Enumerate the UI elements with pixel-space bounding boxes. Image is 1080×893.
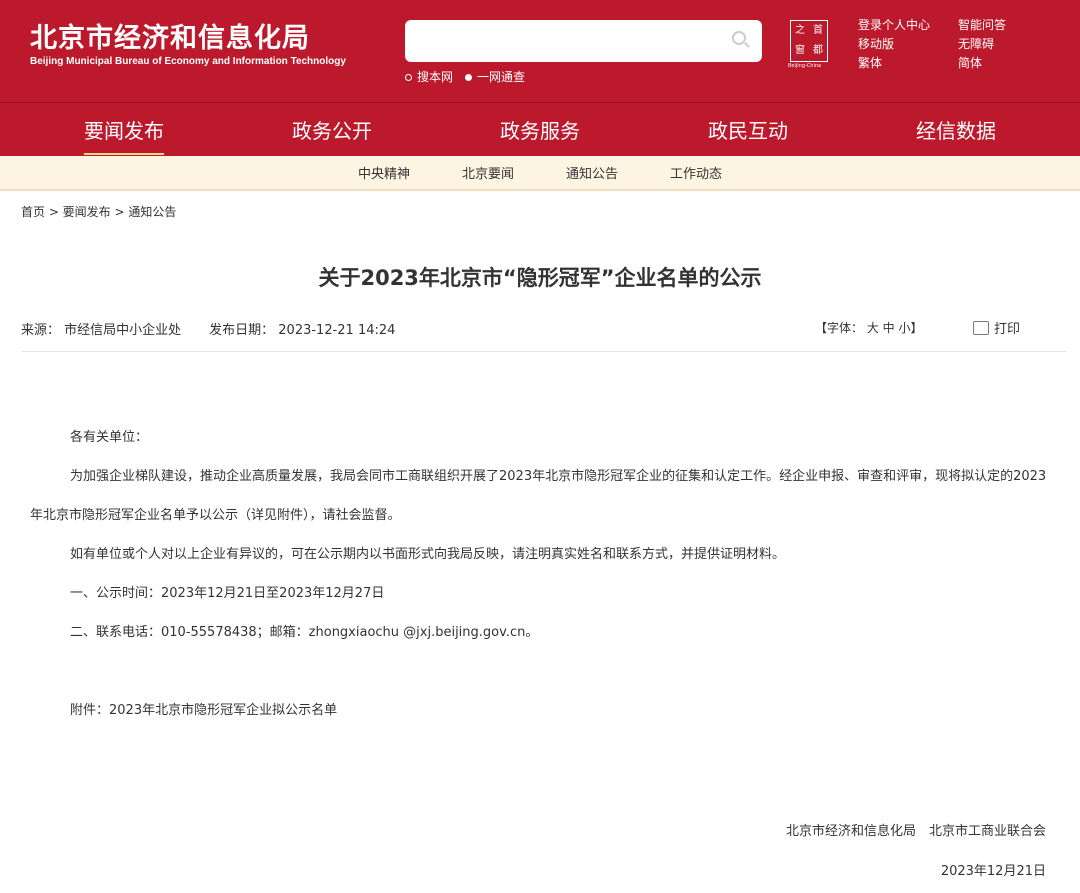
paragraph: 各有关单位：	[70, 430, 149, 445]
site-logo-title[interactable]: 北京市经济和信息化局	[30, 16, 310, 55]
sign-date: 2023年12月21日	[940, 864, 1046, 879]
main-nav: 要闻发布 政务公开 政务服务 政民互动 经信数据	[0, 103, 1080, 156]
article-date: 发布日期： 2023-12-21 14:24	[209, 323, 396, 338]
logo-caption: Beijing-China	[788, 63, 822, 69]
subnav-notices[interactable]: 通知公告	[566, 163, 618, 182]
print-button[interactable]: 打印	[973, 318, 1020, 337]
search-option-site[interactable]: 搜本网	[405, 68, 453, 85]
paragraph: 二、联系电话：010-55578438；邮箱：zhongxiaochu @jxj…	[70, 625, 539, 640]
radio-icon	[405, 74, 412, 81]
subnav-work[interactable]: 工作动态	[670, 163, 722, 182]
sub-nav: 中央精神 北京要闻 通知公告 工作动态	[0, 156, 1080, 191]
capital-window-logo[interactable]: 之首窗都	[790, 20, 828, 62]
paragraph: 如有单位或个人对以上企业有异议的，可在公示期内以书面形式向我局反映，请注明真实姓…	[70, 547, 786, 562]
article-title: 关于2023年北京市“隐形冠军”企业名单的公示	[318, 266, 762, 290]
breadcrumb[interactable]: 首页 > 要闻发布 > 通知公告	[21, 203, 176, 220]
divider	[21, 351, 1067, 352]
search-input[interactable]	[405, 20, 762, 62]
link-accessibility[interactable]: 无障碍	[958, 35, 1038, 52]
subnav-central[interactable]: 中央精神	[358, 163, 410, 182]
link-traditional[interactable]: 繁体	[858, 54, 958, 71]
link-user-center[interactable]: 登录个人中心	[858, 16, 958, 33]
link-mobile[interactable]: 移动版	[858, 35, 958, 52]
search-icon[interactable]	[732, 31, 746, 45]
article-source: 来源： 市经信局中小企业处	[21, 323, 182, 338]
printer-icon	[973, 320, 989, 335]
nav-data[interactable]: 经信数据	[916, 105, 996, 154]
attachment-link[interactable]: 附件：2023年北京市隐形冠军企业拟公示名单	[30, 691, 1050, 730]
font-size-selector[interactable]: 【字体： 大 中 小】	[815, 319, 922, 336]
signature: 北京市经济和信息化局 北京市工商业联合会	[785, 824, 1046, 839]
site-logo-subtitle: Beijing Municipal Bureau of Economy and …	[30, 56, 346, 67]
search-option-all[interactable]: 一网通查	[465, 68, 525, 85]
nav-services[interactable]: 政务服务	[500, 105, 580, 154]
article-body: 各有关单位： 为加强企业梯队建设，推动企业高质量发展，我局会同市工商联组织开展了…	[30, 418, 1050, 730]
paragraph: 为加强企业梯队建设，推动企业高质量发展，我局会同市工商联组织开展了2023年北京…	[30, 469, 1047, 523]
link-simplified[interactable]: 简体	[958, 54, 1038, 71]
subnav-beijing-news[interactable]: 北京要闻	[462, 163, 514, 182]
link-smart-qa[interactable]: 智能问答	[958, 16, 1038, 33]
nav-gov-affairs[interactable]: 政务公开	[292, 105, 372, 154]
header: 北京市经济和信息化局 Beijing Municipal Bureau of E…	[0, 0, 1080, 103]
nav-news[interactable]: 要闻发布	[84, 105, 164, 155]
radio-selected-icon	[465, 74, 473, 81]
nav-interaction[interactable]: 政民互动	[708, 105, 788, 154]
paragraph: 一、公示时间：2023年12月21日至2023年12月27日	[70, 586, 385, 601]
